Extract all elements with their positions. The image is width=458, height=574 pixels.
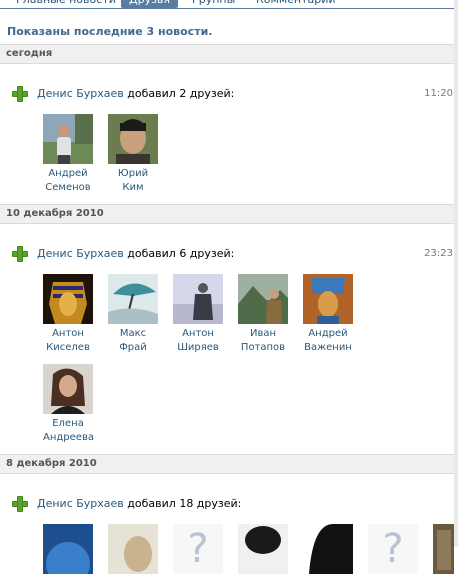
scrollbar[interactable] (454, 0, 458, 547)
news-item-text: Денис Бурхаев добавил 18 друзей: (37, 497, 241, 510)
news-item-text: Денис Бурхаев добавил 6 друзей: (37, 247, 234, 260)
friend-card[interactable]: Антон Киселев (43, 274, 93, 355)
day-label: 10 декабря 2010 (6, 208, 104, 219)
friend-photo[interactable] (238, 524, 288, 574)
day-label: 8 декабря 2010 (6, 458, 97, 469)
no-photo-icon[interactable]: ? (173, 524, 223, 574)
add-friend-icon (12, 496, 28, 512)
friend-photo[interactable] (43, 274, 93, 324)
news-author-link[interactable]: Денис Бурхаев (37, 87, 124, 100)
news-time: 11:20 (424, 88, 453, 99)
tab-friends[interactable]: Друзья (121, 0, 179, 8)
friend-photo[interactable] (108, 524, 158, 574)
news-item-text: Денис Бурхаев добавил 2 друзей: (37, 87, 234, 100)
no-photo-icon[interactable]: ? (368, 524, 418, 574)
day-header: сегодня (0, 44, 458, 64)
friend-card[interactable]: ? (368, 524, 418, 574)
friend-photo[interactable] (433, 524, 454, 574)
friend-name[interactable]: Елена Андреева (43, 417, 94, 445)
news-time: 23:23 (424, 248, 453, 259)
friend-name[interactable]: Андрей Семенов (43, 167, 93, 195)
friend-photo[interactable] (238, 274, 288, 324)
news-author-link[interactable]: Денис Бурхаев (37, 247, 124, 260)
day-label: сегодня (6, 48, 53, 59)
day-header: 10 декабря 2010 (0, 204, 458, 224)
friend-photo[interactable] (108, 114, 158, 164)
add-friend-icon (12, 246, 28, 262)
friend-card[interactable]: Юрий Ким (108, 114, 158, 195)
friend-card[interactable] (108, 524, 158, 574)
tab-comments[interactable]: Комментарии (248, 0, 344, 8)
friend-name[interactable]: Антон Киселев (43, 327, 93, 355)
friend-photo[interactable] (303, 274, 353, 324)
friend-photo[interactable] (43, 114, 93, 164)
friend-photo[interactable] (173, 274, 223, 324)
friend-card[interactable] (303, 524, 353, 574)
friend-card[interactable]: Андрей Важенин (303, 274, 353, 355)
friend-card[interactable] (238, 524, 288, 574)
friend-name[interactable]: Антон Ширяев (173, 327, 223, 355)
friend-name[interactable]: Макс Фрай (108, 327, 158, 355)
news-author-link[interactable]: Денис Бурхаев (37, 497, 124, 510)
friend-card[interactable]: Макс Фрай (108, 274, 158, 355)
tab-groups[interactable]: Группы (184, 0, 243, 8)
add-friend-icon (12, 86, 28, 102)
friend-name[interactable]: Андрей Важенин (303, 327, 353, 355)
friend-photo[interactable] (43, 364, 93, 414)
friend-card[interactable]: Антон Ширяев (173, 274, 223, 355)
friend-card[interactable]: ? (173, 524, 223, 574)
day-header: 8 декабря 2010 (0, 454, 458, 474)
friend-name[interactable]: Юрий Ким (108, 167, 158, 195)
friend-name[interactable]: Иван Потапов (238, 327, 288, 355)
friend-card[interactable]: Андрей Семенов (43, 114, 93, 195)
friend-card[interactable] (43, 524, 93, 574)
friend-card[interactable]: Иван Потапов (238, 274, 288, 355)
friend-photo[interactable] (108, 274, 158, 324)
friend-photo[interactable] (303, 524, 353, 574)
tab-main-news[interactable]: Главные новости (8, 0, 124, 8)
news-action: добавил 2 друзей: (127, 87, 235, 100)
news-summary: Показаны последние 3 новости. (7, 25, 213, 38)
friend-card[interactable] (433, 524, 454, 574)
friend-card[interactable]: Елена Андреева (43, 364, 94, 445)
friend-photo[interactable] (43, 524, 93, 574)
news-action: добавил 6 друзей: (127, 247, 235, 260)
news-tabs: Главные новости Друзья Группы Комментари… (0, 0, 458, 9)
news-action: добавил 18 друзей: (127, 497, 242, 510)
